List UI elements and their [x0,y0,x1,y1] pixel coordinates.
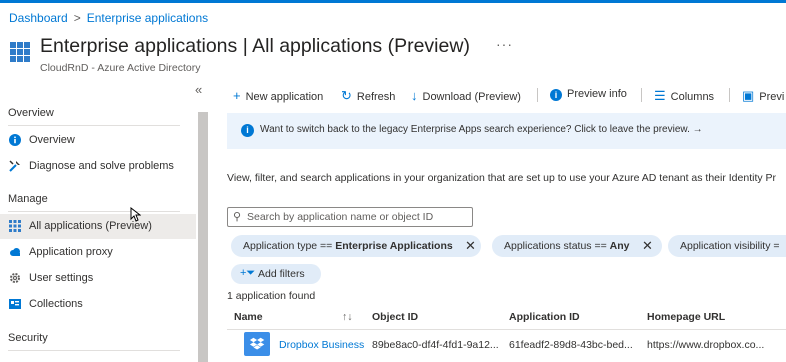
mouse-cursor-icon [130,206,142,227]
legacy-experience-banner[interactable]: i Want to switch back to the legacy Ente… [227,113,786,149]
refresh-icon: ↻ [341,88,352,103]
filter-pill-application-visibility[interactable]: Application visibility = [668,235,786,257]
homepage-url-cell: https://www.dropbox.co... [647,339,765,351]
filter-text: Application visibility = [680,240,780,252]
columns-label: Columns [670,91,715,103]
gear-icon [10,273,20,283]
sidebar-item-label: Collections [29,298,83,310]
sidebar-item-application-proxy[interactable]: Application proxy [0,240,196,265]
collapse-sidebar-button[interactable]: « [195,82,202,97]
wrench-icon [9,160,20,172]
info-icon [9,134,21,146]
preview-info-label: Preview info [567,88,627,100]
section-overview-heading: Overview [8,107,54,119]
filter-label: Application type == [243,240,336,252]
filter-value: Enterprise Applications [335,240,453,252]
refresh-label: Refresh [356,91,396,103]
filter-value: Any [609,240,630,252]
grid-icon [9,220,21,232]
preview-features-label: Previ [759,91,785,103]
preview-info-button[interactable]: i Preview info [550,88,627,101]
filter-label: Application visibility = [680,240,780,252]
search-placeholder: Search by application name or object ID [247,211,434,223]
sidebar-item-label: User settings [29,272,94,284]
preview-features-button[interactable]: ▣ Previ [742,88,784,104]
new-application-label: New application [245,91,324,103]
add-filters-button[interactable]: +⏷ Add filters [231,264,321,284]
search-icon: ⚲ [233,211,242,223]
arrow-right-icon: → [692,124,703,135]
filter-pill-application-type[interactable]: Application type == Enterprise Applicati… [231,235,481,257]
sidebar-item-label: Application proxy [29,246,113,258]
section-manage-heading: Manage [8,193,48,205]
download-icon: ↓ [411,88,418,103]
toolbar-divider [537,88,538,102]
banner-text: Want to switch back to the legacy Enterp… [260,124,703,135]
breadcrumb: Dashboard > Enterprise applications [9,11,208,25]
sidebar-item-label: Overview [29,134,75,146]
add-filter-icon: +⏷ [240,267,256,279]
info-icon: i [550,89,562,101]
object-id-cell: 89be8ac0-df4f-4fd1-9a12... [372,339,499,351]
dropbox-icon [244,332,270,356]
top-accent-bar [0,0,786,3]
new-application-button[interactable]: + New application [233,88,323,103]
remove-filter-icon[interactable]: ✕ [465,238,476,254]
divider [8,350,180,351]
breadcrumb-enterprise-applications[interactable]: Enterprise applications [87,11,208,25]
table-header-divider [227,329,786,330]
page-subtitle: CloudRnD - Azure Active Directory [40,62,201,74]
filter-label: Applications status == [504,240,610,252]
sidebar-item-overview[interactable]: Overview [0,128,196,153]
results-count: 1 application found [227,290,316,302]
sidebar-item-label: Diagnose and solve problems [29,160,174,172]
filter-pill-application-status[interactable]: Applications status == Any ✕ [492,235,662,257]
sidebar-item-all-applications[interactable]: All applications (Preview) [0,214,196,239]
column-header-object-id[interactable]: Object ID [372,311,418,323]
collections-icon [9,299,21,309]
remove-filter-icon[interactable]: ✕ [642,238,653,254]
add-filters-label: Add filters [258,268,305,280]
download-button[interactable]: ↓ Download (Preview) [411,88,521,103]
column-header-homepage-url[interactable]: Homepage URL [647,311,725,323]
filter-text: Applications status == Any [504,240,630,252]
column-header-application-id[interactable]: Application ID [509,311,580,323]
cloud-icon [10,248,20,256]
info-icon: i [241,124,254,137]
columns-button[interactable]: ☰ Columns [654,88,714,104]
breadcrumb-dashboard[interactable]: Dashboard [9,11,68,25]
sidebar-scrollbar[interactable] [198,112,208,362]
preview-features-icon: ▣ [742,88,755,103]
sidebar-item-collections[interactable]: Collections [0,292,196,317]
banner-message: Want to switch back to the legacy Enterp… [260,124,690,135]
refresh-button[interactable]: ↻ Refresh [341,88,395,104]
enterprise-apps-icon [10,42,30,62]
plus-icon: + [233,88,241,103]
columns-icon: ☰ [654,88,666,103]
divider [8,125,180,126]
sidebar-item-user-settings[interactable]: User settings [0,266,196,291]
toolbar-divider [729,88,730,102]
page-title: Enterprise applications | All applicatio… [40,35,470,57]
breadcrumb-separator: > [73,11,81,25]
download-label: Download (Preview) [422,91,521,103]
application-id-cell: 61feadf2-89d8-43bc-bed... [509,339,633,351]
search-input[interactable]: ⚲ Search by application name or object I… [227,207,473,227]
toolbar-divider [641,88,642,102]
sidebar-item-diagnose[interactable]: Diagnose and solve problems [0,154,196,179]
sort-icon[interactable]: ↑↓ [342,311,353,323]
page-description: View, filter, and search applications in… [227,172,777,184]
app-name-link[interactable]: Dropbox Business [279,339,364,351]
filter-text: Application type == Enterprise Applicati… [243,240,453,252]
divider [8,211,180,212]
more-options-button[interactable]: ··· [496,36,513,52]
section-security-heading: Security [8,332,48,344]
column-header-name[interactable]: Name [234,311,263,323]
